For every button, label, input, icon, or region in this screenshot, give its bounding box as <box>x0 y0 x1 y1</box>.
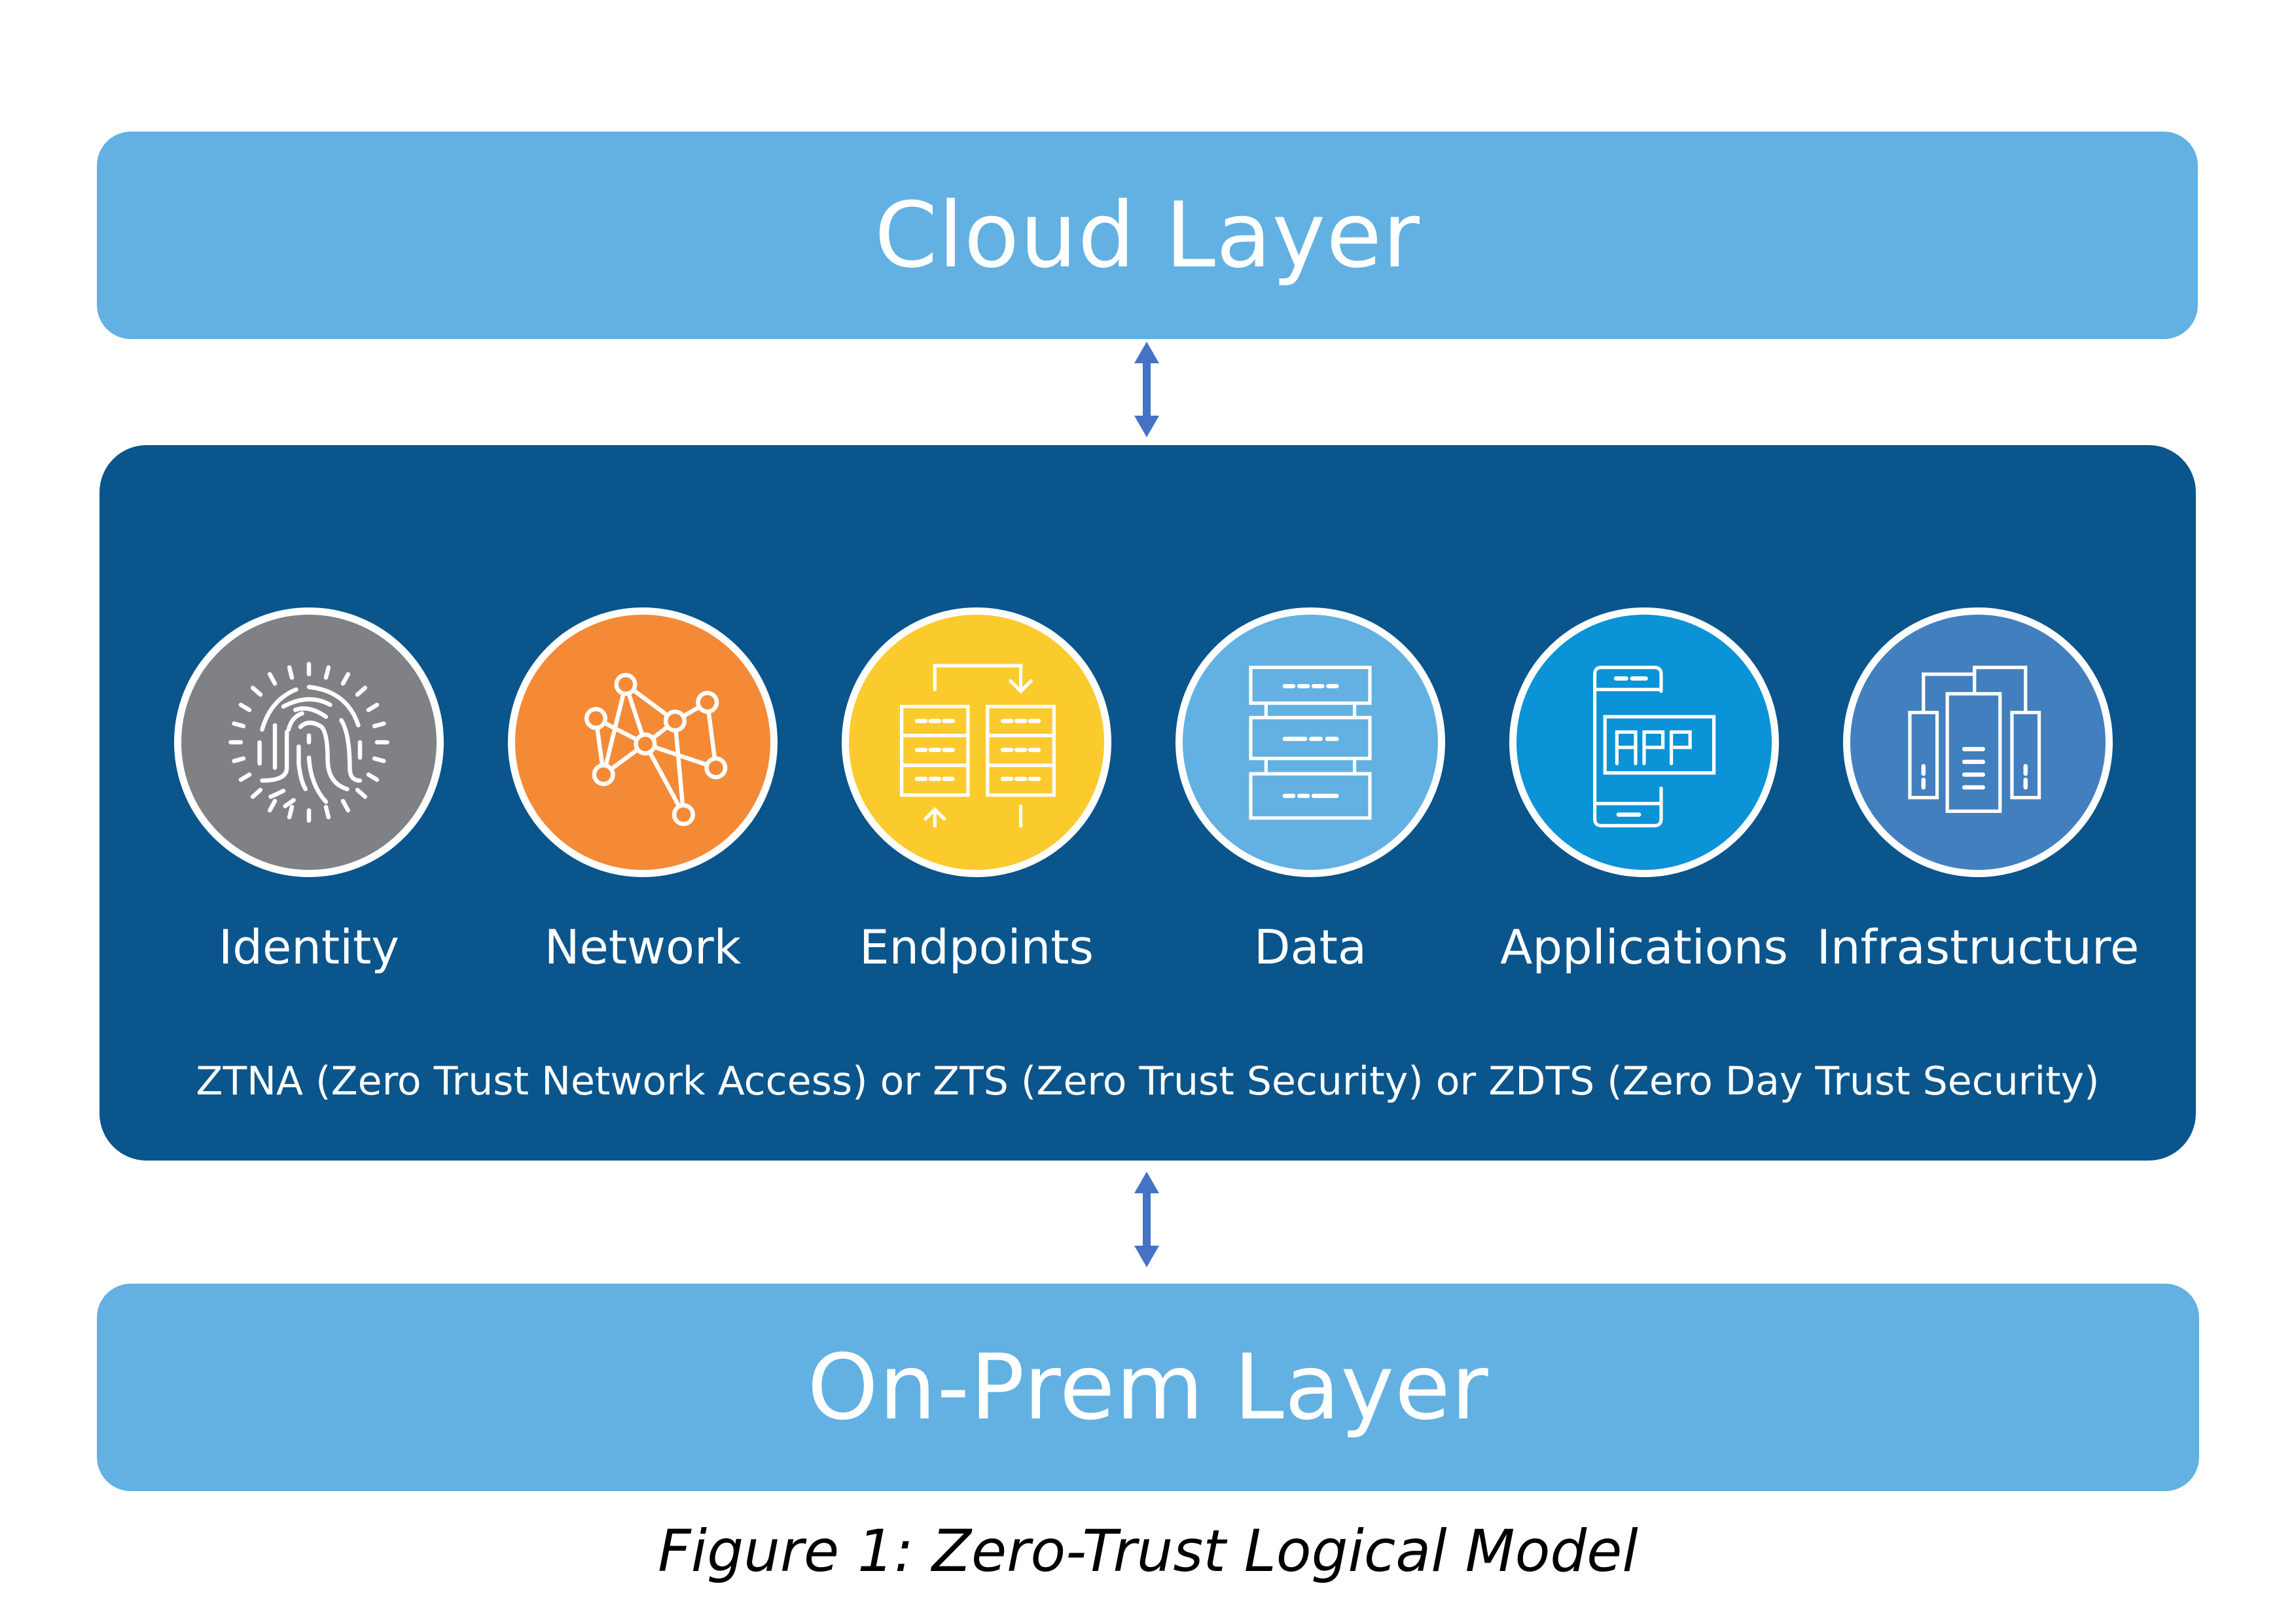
pillar-label-infrastructure: Infrastructure <box>1816 920 2140 975</box>
bidirectional-arrow-icon <box>1134 1172 1159 1267</box>
applications-circle <box>1509 607 1779 877</box>
pillar-label-endpoints: Endpoints <box>859 920 1094 975</box>
network-circle <box>508 607 778 877</box>
onprem-layer-box: On-Prem Layer <box>97 1284 2199 1491</box>
infrastructure-circle <box>1843 607 2113 877</box>
database-stack-icon <box>1249 666 1372 820</box>
network-nodes-icon <box>584 673 728 827</box>
onprem-layer-title: On-Prem Layer <box>807 1335 1489 1440</box>
mobile-app-icon <box>1593 666 1716 827</box>
identity-circle <box>174 607 444 877</box>
pillar-label-applications: Applications <box>1500 920 1788 975</box>
server-towers-icon <box>1908 666 2041 813</box>
fingerprint-icon <box>228 662 389 823</box>
pillar-label-network: Network <box>544 920 742 975</box>
cloud-layer-box: Cloud Layer <box>97 132 2198 339</box>
figure-caption: Figure 1: Zero-Trust Logical Model <box>658 1517 1638 1585</box>
server-sync-icon <box>900 664 1056 827</box>
pillar-label-identity: Identity <box>219 920 399 975</box>
cloud-layer-title: Cloud Layer <box>874 183 1420 288</box>
pillar-label-data: Data <box>1254 920 1367 975</box>
zero-trust-subtitle: ZTNA (Zero Trust Network Access) or ZTS … <box>196 1058 2100 1104</box>
endpoints-circle <box>842 607 1111 877</box>
zero-trust-core-box: Identity Network Endpoints Data Applicat… <box>99 445 2196 1161</box>
data-circle <box>1175 607 1445 877</box>
bidirectional-arrow-icon <box>1134 342 1159 437</box>
